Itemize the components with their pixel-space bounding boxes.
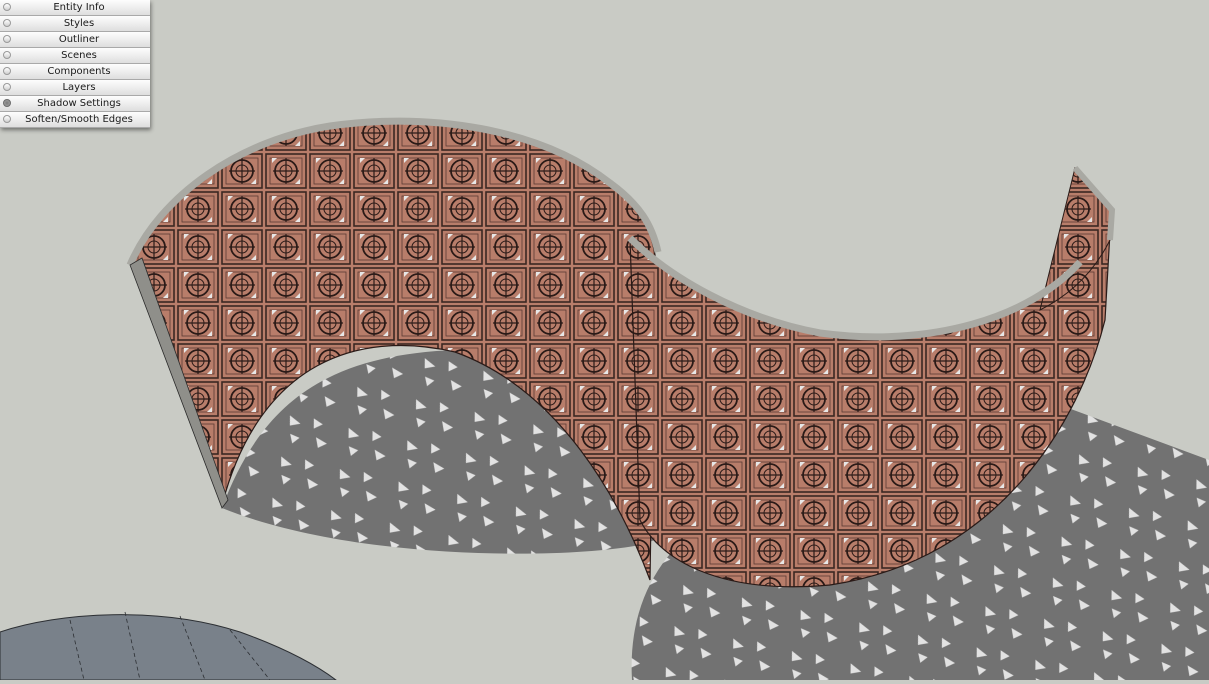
collapse-dot-icon xyxy=(3,35,11,43)
tray-item-entity-info[interactable]: Entity Info xyxy=(0,0,150,16)
tray-item-label: Scenes xyxy=(61,50,97,61)
tray-item-label: Shadow Settings xyxy=(37,98,121,109)
tray-item-styles[interactable]: Styles xyxy=(0,16,150,32)
collapse-dot-icon xyxy=(3,3,11,11)
tray-item-layers[interactable]: Layers xyxy=(0,80,150,96)
tray-item-scenes[interactable]: Scenes xyxy=(0,48,150,64)
collapse-dot-icon xyxy=(3,19,11,27)
roof-object xyxy=(0,614,338,681)
tray-item-label: Styles xyxy=(63,18,95,29)
collapse-dot-icon xyxy=(3,51,11,59)
tray-item-label: Outliner xyxy=(58,34,100,45)
tray-item-outliner[interactable]: Outliner xyxy=(0,32,150,48)
tray-item-label: Soften/Smooth Edges xyxy=(25,114,133,125)
expanded-dot-icon xyxy=(3,99,11,107)
tray-item-label: Entity Info xyxy=(53,2,105,13)
collapse-dot-icon xyxy=(3,67,11,75)
tray-item-soften-smooth-edges[interactable]: Soften/Smooth Edges xyxy=(0,112,150,128)
default-tray: Entity Info Styles Outliner Scenes Compo… xyxy=(0,0,150,128)
tray-item-components[interactable]: Components xyxy=(0,64,150,80)
collapse-dot-icon xyxy=(3,115,11,123)
model-viewport[interactable] xyxy=(0,0,1209,681)
tray-item-label: Layers xyxy=(62,82,96,93)
tray-item-label: Components xyxy=(47,66,111,77)
3d-scene xyxy=(0,117,1209,681)
collapse-dot-icon xyxy=(3,83,11,91)
tray-item-shadow-settings[interactable]: Shadow Settings xyxy=(0,96,150,112)
